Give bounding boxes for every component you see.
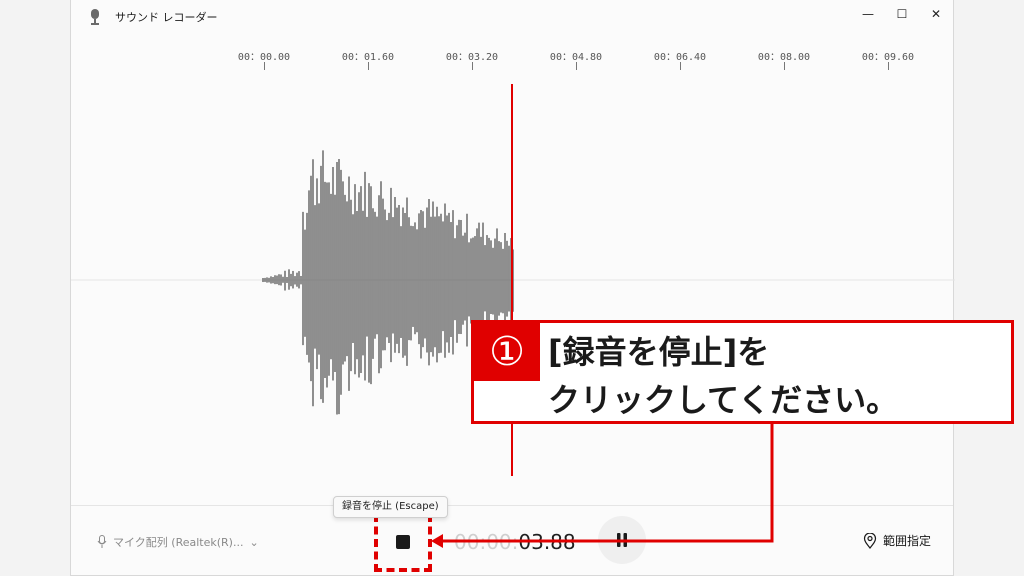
close-button[interactable]: ✕ xyxy=(919,2,953,26)
timeline-tick-mark xyxy=(264,62,265,70)
elapsed-timer-value: 03.88 xyxy=(518,530,576,554)
title-bar: サウンド レコーダー — ☐ ✕ xyxy=(71,0,953,32)
pause-icon xyxy=(617,533,627,547)
elapsed-timer: 00:00:03.88 xyxy=(454,530,576,554)
instruction-callout: ① [録音を停止]を クリックしてください。 xyxy=(471,320,1014,424)
timeline-tick-label: 00：06.40 xyxy=(653,52,707,63)
timeline-ruler[interactable]: 00：00.00 00：01.60 00：03.20 00：04.80 00：06.40… xyxy=(71,40,953,80)
timeline-tick-label: 00：01.60 xyxy=(341,52,395,63)
timeline-tick-mark xyxy=(368,62,369,70)
maximize-icon: ☐ xyxy=(896,7,908,21)
timeline-tick-mark xyxy=(472,62,473,70)
chevron-down-icon: ⌄ xyxy=(249,535,259,549)
timeline-tick-mark xyxy=(576,62,577,70)
elapsed-timer-dim: 00:00: xyxy=(454,530,519,554)
app-title: サウンド レコーダー xyxy=(115,11,218,24)
minimize-icon: — xyxy=(862,7,874,21)
microphone-selector[interactable]: マイク配列 (Realtek(R)... ⌄ xyxy=(97,534,259,550)
range-select-button[interactable]: 範囲指定 xyxy=(863,532,931,549)
timeline-tick-mark xyxy=(680,62,681,70)
close-icon: ✕ xyxy=(930,7,942,21)
timeline-tick-label: 00：08.00 xyxy=(757,52,811,63)
microphone-label: マイク配列 (Realtek(R)... xyxy=(113,536,244,549)
microphone-icon xyxy=(97,535,107,548)
timeline-tick-mark xyxy=(888,62,889,70)
maximize-button[interactable]: ☐ xyxy=(885,2,919,26)
location-pin-icon xyxy=(863,532,877,549)
callout-line-2: クリックしてください。 xyxy=(548,381,899,419)
timeline-tick-label: 00：09.60 xyxy=(861,52,915,63)
bottom-control-bar: マイク配列 (Realtek(R)... ⌄ 00:00:03.88 範囲指定 xyxy=(71,505,953,576)
microphone-app-icon xyxy=(91,9,99,25)
timeline-tick-mark xyxy=(784,62,785,70)
timeline-tick-label: 00：04.80 xyxy=(549,52,603,63)
range-select-label: 範囲指定 xyxy=(883,534,932,548)
sound-recorder-window: サウンド レコーダー — ☐ ✕ 00：00.00 00：01.60 00：03.2… xyxy=(70,0,955,576)
step-number-badge: ① xyxy=(474,323,540,381)
pause-recording-button[interactable] xyxy=(598,516,646,564)
minimize-button[interactable]: — xyxy=(851,2,885,26)
waveform[interactable] xyxy=(71,80,955,500)
stop-button-highlight xyxy=(374,514,432,572)
callout-line-1: [録音を停止]を xyxy=(548,333,770,371)
timeline-tick-label: 00：00.00 xyxy=(237,52,291,63)
screenshot-stage: サウンド レコーダー — ☐ ✕ 00：00.00 00：01.60 00：03.2… xyxy=(0,0,1024,576)
timeline-tick-label: 00：03.20 xyxy=(445,52,499,63)
stop-tooltip: 録音を停止 (Escape) xyxy=(333,496,448,518)
